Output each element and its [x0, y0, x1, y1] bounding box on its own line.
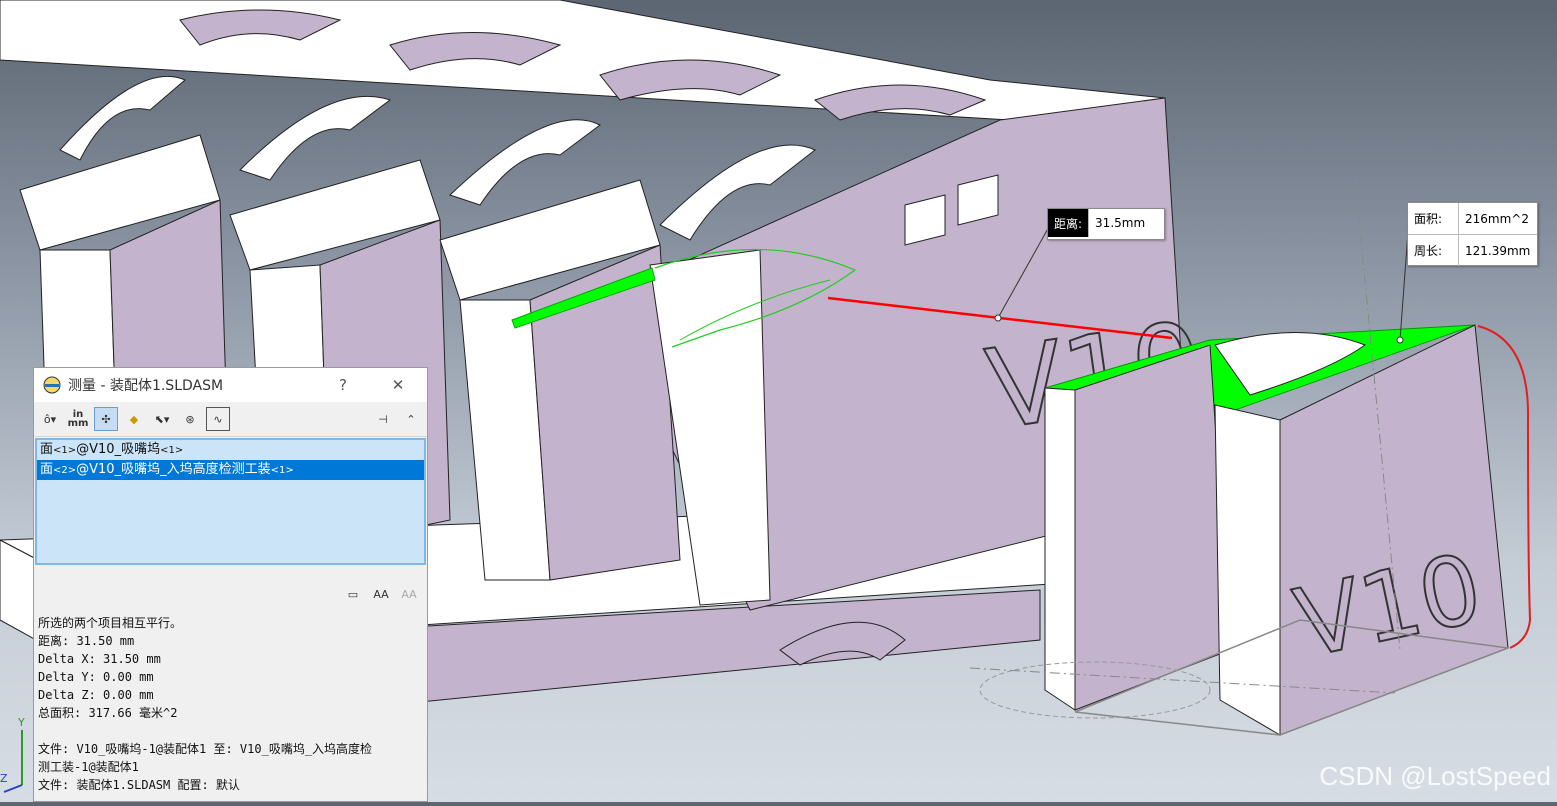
measure-app-icon	[42, 375, 62, 395]
measure-titlebar[interactable]: 测量 - 装配体1.SLDASM ? ✕	[34, 368, 427, 402]
sel-face-path: @V10_吸嘴坞	[76, 442, 161, 457]
selection-list[interactable]: 面<1>@V10_吸嘴坞<1> 面<2>@V10_吸嘴坞_入坞高度检测工装<1>	[35, 438, 426, 565]
delta-x-result: Delta X: 31.50 mm	[38, 652, 161, 666]
sel-face-tag: <1>	[53, 445, 77, 456]
point-to-point-icon[interactable]: ◆	[122, 407, 146, 431]
file-line-1: 文件: V10_吸嘴坞-1@装配体1 至: V10_吸嘴坞_入坞高度检	[38, 742, 373, 756]
delta-z-result: Delta Z: 0.00 mm	[38, 688, 154, 702]
perimeter-value: 121.39mm	[1465, 243, 1531, 258]
measure-history-icon[interactable]: ⊛	[178, 407, 202, 431]
sel-face-instance: <1>	[270, 465, 294, 476]
measure-dialog[interactable]: 测量 - 装配体1.SLDASM ? ✕ ô▾ in mm ✣ ◆ ⬉▾ ⊛ ∿…	[33, 367, 428, 802]
close-button[interactable]: ✕	[387, 374, 409, 396]
area-label: 面积:	[1408, 203, 1459, 234]
projection-icon[interactable]: ⬉▾	[150, 407, 174, 431]
reference-triad: Y Z	[0, 710, 34, 800]
show-xyz-icon[interactable]: ✣	[94, 407, 118, 431]
selection-item[interactable]: 面<2>@V10_吸嘴坞_入坞高度检测工装<1>	[37, 460, 424, 480]
sel-face-path: @V10_吸嘴坞_入坞高度检测工装	[76, 462, 271, 477]
pin-icon[interactable]: ⊣	[371, 407, 395, 431]
sensor-icon[interactable]: ∿	[206, 407, 230, 431]
sel-face-tag: <2>	[53, 465, 77, 476]
sel-face-label: 面	[40, 442, 54, 457]
font-size-icon[interactable]: AA	[369, 582, 393, 606]
units-icon[interactable]: in mm	[66, 407, 90, 431]
selection-item[interactable]: 面<1>@V10_吸嘴坞<1>	[37, 440, 424, 460]
total-area-result: 总面积: 317.66 毫米^2	[38, 706, 178, 720]
triad-z-label: Z	[0, 772, 8, 785]
distance-callout-label: 距离:	[1048, 209, 1090, 237]
triad-y-label: Y	[17, 716, 25, 729]
watermark: CSDN @LostSpeed	[1319, 761, 1551, 791]
result-tools: ▭ AA AA	[341, 582, 425, 606]
parallel-message: 所选的两个项目相互平行。	[38, 616, 183, 630]
file-line-2: 测工装-1@装配体1	[38, 760, 139, 774]
sel-face-label: 面	[40, 462, 54, 477]
area-value: 216mm^2	[1465, 211, 1529, 226]
perimeter-label: 周长:	[1408, 235, 1459, 266]
custom-units-icon[interactable]: ▭	[341, 582, 365, 606]
font-size-disabled-icon[interactable]: AA	[397, 582, 421, 606]
distance-callout[interactable]: 距离: 31.5mm	[1047, 208, 1165, 240]
file-line-3: 文件: 装配体1.SLDASM 配置: 默认	[38, 778, 240, 792]
delta-y-result: Delta Y: 0.00 mm	[38, 670, 154, 684]
distance-callout-value: 31.5mm	[1095, 216, 1146, 230]
area-callout[interactable]: 面积: 216mm^2 周长: 121.39mm	[1407, 202, 1538, 266]
collapse-icon[interactable]: ⌃	[399, 407, 423, 431]
measure-toolbar: ô▾ in mm ✣ ◆ ⬉▾ ⊛ ∿ ⊣ ⌃	[34, 402, 427, 437]
units-bottom-label: mm	[67, 418, 89, 429]
help-button[interactable]: ?	[332, 374, 354, 396]
measure-results: 所选的两个项目相互平行。 距离: 31.50 mm Delta X: 31.50…	[38, 614, 423, 794]
distance-result: 距离: 31.50 mm	[38, 634, 135, 648]
arc-circle-icon[interactable]: ô▾	[38, 407, 62, 431]
sel-face-instance: <1>	[160, 445, 184, 456]
measure-title: 测量 - 装配体1.SLDASM	[68, 378, 224, 394]
